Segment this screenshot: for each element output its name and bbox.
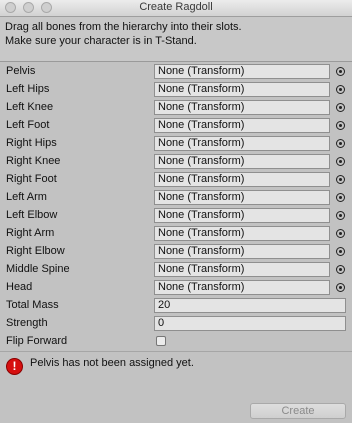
flip-forward-checkbox[interactable]: [156, 336, 166, 346]
total-mass-field[interactable]: 20: [154, 298, 346, 313]
bone-label: Right Arm: [6, 227, 55, 239]
right-elbow-object-field[interactable]: None (Transform): [154, 244, 330, 259]
bone-label: Right Foot: [6, 173, 57, 185]
bone-row-head: Head None (Transform): [0, 278, 352, 296]
middle-spine-object-field[interactable]: None (Transform): [154, 262, 330, 277]
strength-field[interactable]: 0: [154, 316, 346, 331]
error-message-box: ! Pelvis has not been assigned yet.: [0, 351, 352, 386]
object-picker-icon[interactable]: [336, 121, 345, 130]
bone-label: Head: [6, 281, 33, 293]
left-knee-object-field[interactable]: None (Transform): [154, 100, 330, 115]
help-line-2: Make sure your character is in T-Stand.: [5, 35, 197, 47]
object-picker-icon[interactable]: [336, 211, 345, 220]
error-icon: !: [6, 358, 23, 375]
left-foot-object-field[interactable]: None (Transform): [154, 118, 330, 133]
bone-row-left-arm: Left Arm None (Transform): [0, 188, 352, 206]
bone-label: Left Hips: [6, 83, 50, 95]
total-mass-label: Total Mass: [6, 299, 59, 311]
object-picker-icon[interactable]: [336, 247, 345, 256]
object-picker-icon[interactable]: [336, 193, 345, 202]
bone-label: Middle Spine: [6, 263, 70, 275]
bone-label: Pelvis: [6, 65, 36, 77]
bone-row-left-hips: Left Hips None (Transform): [0, 80, 352, 98]
object-picker-icon[interactable]: [336, 67, 345, 76]
bone-row-left-foot: Left Foot None (Transform): [0, 116, 352, 134]
object-picker-icon[interactable]: [336, 85, 345, 94]
object-picker-icon[interactable]: [336, 265, 345, 274]
right-arm-object-field[interactable]: None (Transform): [154, 226, 330, 241]
left-arm-object-field[interactable]: None (Transform): [154, 190, 330, 205]
strength-label: Strength: [6, 317, 48, 329]
bone-row-right-foot: Right Foot None (Transform): [0, 170, 352, 188]
flip-forward-row: Flip Forward: [0, 332, 352, 350]
strength-row: Strength 0: [0, 314, 352, 332]
bone-label: Left Arm: [6, 191, 47, 203]
bone-label: Right Hips: [6, 137, 57, 149]
bone-label: Right Elbow: [6, 245, 65, 257]
bone-label: Left Knee: [6, 101, 54, 113]
flip-forward-label: Flip Forward: [6, 335, 68, 347]
bone-row-pelvis: Pelvis None (Transform): [0, 62, 352, 80]
help-text-panel: Drag all bones from the hierarchy into t…: [0, 17, 352, 62]
right-foot-object-field[interactable]: None (Transform): [154, 172, 330, 187]
bone-row-right-elbow: Right Elbow None (Transform): [0, 242, 352, 260]
left-elbow-object-field[interactable]: None (Transform): [154, 208, 330, 223]
object-picker-icon[interactable]: [336, 175, 345, 184]
bone-row-right-knee: Right Knee None (Transform): [0, 152, 352, 170]
left-hips-object-field[interactable]: None (Transform): [154, 82, 330, 97]
right-knee-object-field[interactable]: None (Transform): [154, 154, 330, 169]
help-line-1: Drag all bones from the hierarchy into t…: [5, 21, 242, 33]
object-picker-icon[interactable]: [336, 229, 345, 238]
error-message-text: Pelvis has not been assigned yet.: [30, 357, 194, 369]
bone-row-left-knee: Left Knee None (Transform): [0, 98, 352, 116]
bone-row-middle-spine: Middle Spine None (Transform): [0, 260, 352, 278]
object-picker-icon[interactable]: [336, 157, 345, 166]
object-picker-icon[interactable]: [336, 139, 345, 148]
title-bar: Create Ragdoll: [0, 0, 352, 17]
bone-row-left-elbow: Left Elbow None (Transform): [0, 206, 352, 224]
total-mass-row: Total Mass 20: [0, 296, 352, 314]
window-title: Create Ragdoll: [139, 1, 213, 13]
head-object-field[interactable]: None (Transform): [154, 280, 330, 295]
bone-label: Left Elbow: [6, 209, 58, 221]
right-hips-object-field[interactable]: None (Transform): [154, 136, 330, 151]
bone-row-right-hips: Right Hips None (Transform): [0, 134, 352, 152]
pelvis-object-field[interactable]: None (Transform): [154, 64, 330, 79]
create-button[interactable]: Create: [250, 403, 346, 419]
object-picker-icon[interactable]: [336, 103, 345, 112]
object-picker-icon[interactable]: [336, 283, 345, 292]
bone-label: Left Foot: [6, 119, 50, 131]
bone-row-right-arm: Right Arm None (Transform): [0, 224, 352, 242]
bone-label: Right Knee: [6, 155, 61, 167]
